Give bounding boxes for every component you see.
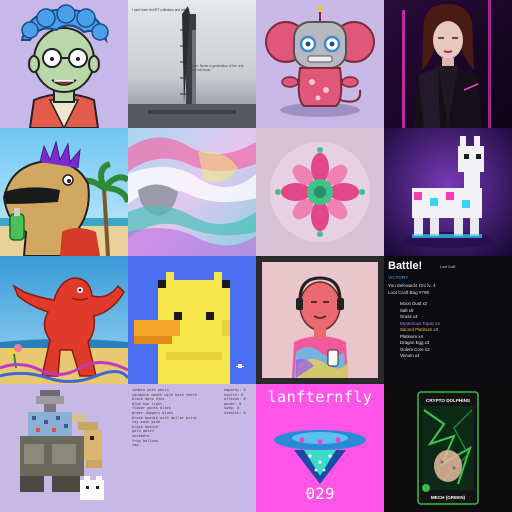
- battle-subtitle: Loot Craft: [440, 265, 456, 269]
- red-monster-beach-icon: [0, 256, 128, 384]
- battle-victory-label: VICTORY: [388, 275, 409, 280]
- loot-stat-item: stealth: 0: [224, 410, 246, 415]
- battle-loot-item: Sacred Platinum x3: [400, 327, 439, 332]
- abstract-fluid-art-icon: [128, 128, 256, 256]
- gallery-tile-6[interactable]: [128, 128, 256, 256]
- gallery-tile-crypto-dolphins[interactable]: CRYPTO DOLPHINS MECH (GREEN): [384, 384, 512, 512]
- gallery-tile-2[interactable]: I can't even let NFT collectors and arti…: [128, 0, 256, 128]
- loot-stats-list: empathy: 0 health: 0 offense: 0 power: 0 swa…: [224, 388, 246, 416]
- crypto-dolphins-name: MECH (GREEN): [430, 495, 466, 500]
- cartoon-man-portrait-icon: [0, 0, 128, 128]
- kaleidoscope-flower-icon: [256, 128, 384, 256]
- gallery-tile-11[interactable]: [256, 256, 384, 384]
- photo-caption-middle: the future. Never a generation of the re…: [184, 64, 244, 73]
- lanfternfly-number: 029: [305, 484, 335, 503]
- gallery-tile-loot[interactable]: zombie with penis sandwich mouth with bac…: [128, 384, 256, 512]
- gallery-tile-8[interactable]: [384, 128, 512, 256]
- loot-attributes-list: zombie with penis sandwich mouth with bac…: [132, 388, 197, 448]
- voxel-llama-icon: [384, 128, 512, 256]
- loot-attribute-item: cap: [132, 443, 139, 448]
- crypto-dolphins-title: CRYPTO DOLPHINS: [426, 398, 470, 403]
- gallery-tile-13[interactable]: [0, 384, 128, 512]
- gallery-tile-battle[interactable]: Battle! Loot Craft VICTORY You defeated4…: [384, 256, 512, 384]
- gallery-tile-9[interactable]: [0, 256, 128, 384]
- gallery-tile-3[interactable]: [256, 0, 384, 128]
- pixel-duck-icon: [128, 256, 256, 384]
- loot-stat-item: empathy: 0: [224, 388, 246, 392]
- gallery-tile-7[interactable]: [256, 128, 384, 256]
- battle-defeated-text: You defeated4 Orc lv. 4: [388, 283, 436, 288]
- battle-title: Battle!: [388, 260, 423, 272]
- gallery-tile-lanfternfly[interactable]: lanfternfly 029: [256, 384, 384, 512]
- nft-gallery-grid: I can't even let NFT collectors and arti…: [0, 0, 512, 512]
- photo-caption-top: I can't even let NFT collectors and arti…: [132, 8, 190, 12]
- gallery-tile-5[interactable]: [0, 128, 128, 256]
- battle-loot-item: Venom x4: [400, 353, 420, 358]
- gallery-tile-1[interactable]: [0, 0, 128, 128]
- cyber-woman-portrait-icon: [384, 0, 512, 128]
- battle-loot-list: Moon Dust x2 Salt x5 Grass x4 Mysterious To…: [400, 301, 440, 360]
- gallery-tile-4[interactable]: [384, 0, 512, 128]
- punk-creature-beach-icon: [0, 128, 128, 256]
- crypto-dolphin-card-icon: [417, 391, 479, 505]
- battle-bag-text: Loot Craft Bag #796: [388, 290, 430, 295]
- pixel-creature-robot-icon: [0, 384, 128, 512]
- robot-mouse-icon: [256, 0, 384, 128]
- pink-character-headphones-icon: [256, 256, 384, 384]
- gallery-tile-10[interactable]: [128, 256, 256, 384]
